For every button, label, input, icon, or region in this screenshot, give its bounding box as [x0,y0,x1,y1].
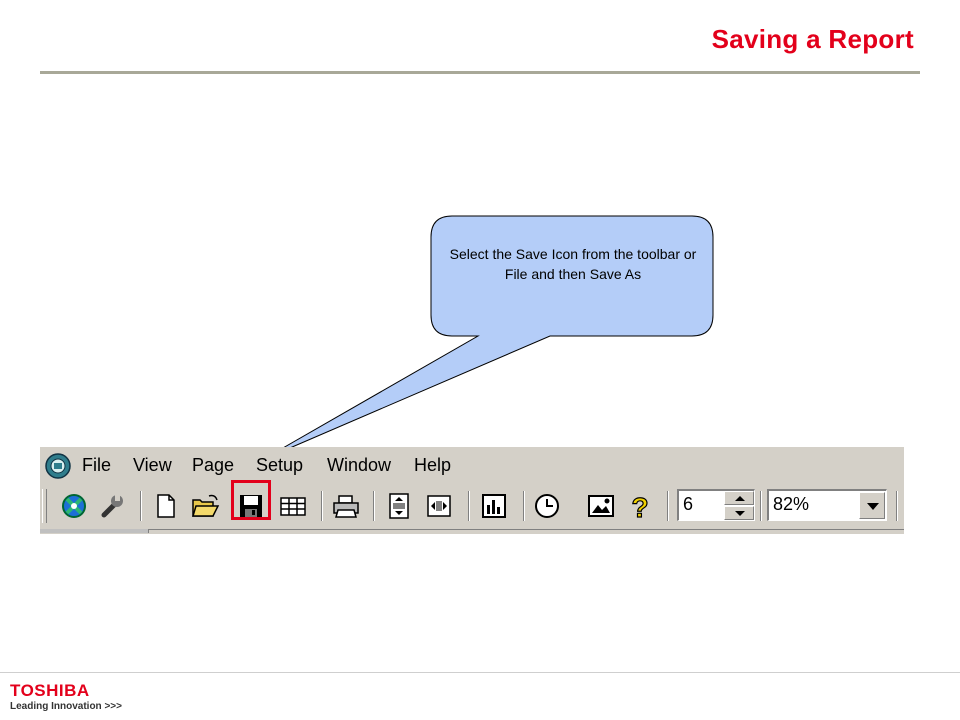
fit-width-button[interactable] [423,490,455,522]
spinner-up-button[interactable] [724,491,754,505]
schedule-button[interactable] [531,490,563,522]
menu-view[interactable]: View [133,455,172,476]
image-icon [588,495,614,517]
spinner-down-button[interactable] [724,506,754,520]
arrow-up-icon [735,496,745,501]
navigator-button[interactable] [58,490,90,522]
navigator-icon [62,494,86,518]
image-button[interactable] [585,490,617,522]
toolbar-separator [760,491,762,521]
print-icon [333,495,359,518]
report-application-window: File View Page Setup Window Help ? 6 82% [40,447,904,534]
tools-icon [101,495,123,518]
toolbar-separator [468,491,470,521]
help-icon: ? [631,491,649,522]
new-icon [157,494,175,518]
clock-icon [535,494,559,518]
table-button[interactable] [277,490,309,522]
footer-divider [0,672,960,673]
chart-icon [482,494,506,518]
open-folder-icon [191,494,220,517]
menu-file[interactable]: File [82,455,111,476]
brand-tagline: Leading Innovation >>> [10,701,122,712]
chevron-down-icon [867,503,879,510]
grid-icon [280,497,306,516]
zoom-dropdown-button[interactable] [859,492,885,519]
brand-logo: TOSHIBA [10,681,90,700]
help-button[interactable]: ? [624,490,656,522]
menu-setup[interactable]: Setup [256,455,303,476]
app-logo-icon [45,453,71,479]
new-button[interactable] [149,490,181,522]
save-icon-highlight [231,480,271,520]
arrow-down-icon [735,511,745,516]
menu-help[interactable]: Help [414,455,451,476]
callout-bubble [261,215,714,461]
page-spinner-value: 6 [683,494,694,514]
chart-button[interactable] [478,490,510,522]
zoom-select[interactable]: 82% [767,489,887,521]
toolbar-separator [523,491,525,521]
fit-height-icon [389,493,409,519]
fit-width-icon [427,495,451,517]
fit-height-button[interactable] [383,490,415,522]
toolbar-grip [42,489,47,523]
menu-window[interactable]: Window [327,455,391,476]
toolbar-separator [321,491,323,521]
toolbar-separator [140,491,142,521]
menu-bar: File View Page Setup Window Help [40,447,904,485]
window-bottom-strip [40,529,904,534]
page-spinner[interactable]: 6 [677,489,755,521]
print-button[interactable] [330,490,362,522]
menu-page[interactable]: Page [192,455,234,476]
callout-text: Select the Save Icon from the toolbar or… [449,246,697,283]
zoom-value: 82% [773,494,810,514]
open-button[interactable] [189,490,221,522]
toolbar-separator [667,491,669,521]
svg-text:?: ? [631,492,648,522]
tools-button[interactable] [96,490,128,522]
toolbar-separator [373,491,375,521]
toolbar-separator [896,491,898,521]
window-tab [40,529,149,533]
